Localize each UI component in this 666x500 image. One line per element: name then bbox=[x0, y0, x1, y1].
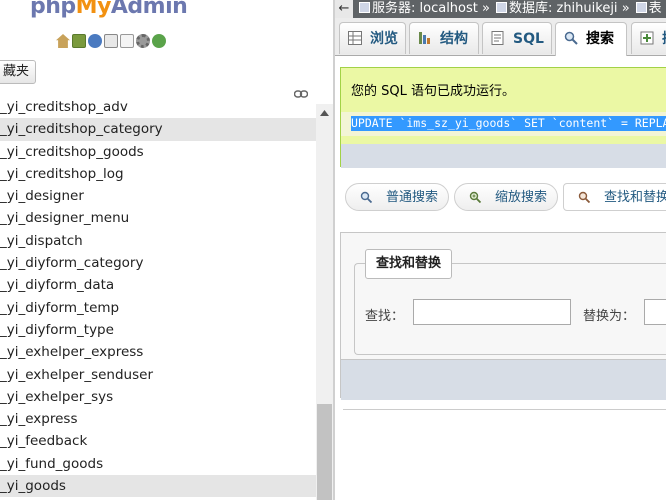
main-content: ← 服务器: localhost » 数据库: zhihuikeji » 表 浏览 结… bbox=[335, 0, 666, 500]
table-item[interactable]: _yi_diyform_data bbox=[0, 274, 316, 296]
table-item[interactable]: _yi_dispatch bbox=[0, 230, 316, 252]
table-icon bbox=[635, 2, 647, 13]
sql-icon bbox=[491, 31, 504, 45]
exit-icon[interactable] bbox=[72, 34, 86, 48]
find-replace-icon bbox=[578, 191, 590, 203]
breadcrumb-separator: » bbox=[621, 1, 630, 16]
table-list: _yi_creditshop_adv _yi_creditshop_catego… bbox=[0, 96, 316, 498]
table-item[interactable]: _yi_exhelper_senduser bbox=[0, 364, 316, 386]
settings-icon[interactable] bbox=[136, 34, 150, 48]
table-item[interactable]: _yi_creditshop_log bbox=[0, 163, 316, 185]
breadcrumb-table[interactable]: 表 bbox=[649, 1, 662, 16]
structure-icon bbox=[419, 32, 430, 44]
tab-label: SQL bbox=[513, 31, 544, 47]
tab-structure[interactable]: 结构 bbox=[409, 22, 479, 54]
home-icon[interactable] bbox=[56, 34, 70, 48]
replace-label: 替换为： bbox=[583, 309, 636, 324]
logo-my: My bbox=[75, 0, 112, 19]
tab-browse[interactable]: 浏览 bbox=[339, 22, 406, 54]
back-arrow-icon[interactable]: ← bbox=[335, 0, 353, 18]
table-item[interactable]: _yi_diyform_type bbox=[0, 319, 316, 341]
breadcrumb-server[interactable]: 服务器: localhost bbox=[372, 1, 478, 16]
database-icon bbox=[495, 2, 507, 13]
replace-input[interactable] bbox=[644, 299, 666, 325]
browse-icon bbox=[348, 31, 362, 45]
search-icon bbox=[360, 191, 372, 203]
nav-icon-bar bbox=[56, 34, 166, 48]
button-label: 普通搜索 bbox=[386, 190, 439, 205]
find-replace-legend: 查找和替换 bbox=[365, 249, 453, 279]
tab-insert[interactable]: 插 bbox=[631, 22, 666, 54]
find-input[interactable] bbox=[413, 299, 571, 325]
table-item[interactable]: _yi_goods bbox=[0, 475, 316, 498]
tab-label: 插 bbox=[662, 31, 666, 47]
normal-search-button[interactable]: 普通搜索 bbox=[345, 183, 449, 211]
zoom-search-icon bbox=[469, 191, 481, 203]
find-replace-button[interactable]: 查找和替换 bbox=[563, 183, 666, 211]
phpmyadmin-logo[interactable]: phpMyAdmin bbox=[30, 0, 188, 19]
table-item[interactable]: _yi_designer bbox=[0, 185, 316, 207]
server-icon bbox=[359, 2, 370, 13]
button-label: 查找和替换 bbox=[604, 190, 666, 205]
favorites-button[interactable]: 藏夹 bbox=[0, 60, 37, 84]
zoom-search-button[interactable]: 缩放搜索 bbox=[454, 183, 558, 211]
reload-icon[interactable] bbox=[152, 34, 166, 48]
breadcrumb: ← 服务器: localhost » 数据库: zhihuikeji » 表 bbox=[335, 0, 666, 19]
find-replace-panel: 查找和替换 查找： 替换为： bbox=[340, 232, 666, 400]
docs-icon[interactable] bbox=[104, 34, 118, 48]
insert-icon bbox=[640, 31, 654, 45]
table-item[interactable]: _yi_exhelper_express bbox=[0, 341, 316, 363]
tab-label: 浏览 bbox=[370, 31, 398, 47]
table-item[interactable]: _yi_diyform_category bbox=[0, 252, 316, 274]
sql-query-text[interactable]: UPDATE `ims_sz_yi_goods` SET `content` =… bbox=[351, 116, 666, 131]
find-replace-footer bbox=[341, 359, 666, 400]
table-item[interactable]: _yi_feedback bbox=[0, 430, 316, 452]
breadcrumb-separator: » bbox=[482, 1, 490, 16]
table-item[interactable]: _yi_creditshop_goods bbox=[0, 141, 316, 163]
find-label: 查找： bbox=[365, 309, 405, 324]
table-item[interactable]: _yi_express bbox=[0, 408, 316, 430]
logo-php: php bbox=[30, 0, 76, 19]
table-item[interactable]: _yi_exhelper_sys bbox=[0, 386, 316, 408]
table-item[interactable]: _yi_designer_menu bbox=[0, 207, 316, 229]
tab-search[interactable]: 搜索 bbox=[555, 22, 627, 56]
tab-bar: 浏览 结构 SQL 搜索 插 bbox=[335, 18, 666, 56]
tab-sql[interactable]: SQL bbox=[482, 22, 552, 54]
help-icon[interactable] bbox=[88, 34, 102, 48]
breadcrumb-database[interactable]: 数据库: zhihuikeji bbox=[509, 1, 618, 16]
nav-scrollbar[interactable] bbox=[316, 104, 333, 500]
button-label: 缩放搜索 bbox=[495, 190, 548, 205]
navigation-panel: phpMyAdmin 藏夹 _yi_creditshop_adv _yi_cre… bbox=[0, 0, 333, 500]
table-item[interactable]: _yi_fund_goods bbox=[0, 453, 316, 475]
success-message: 您的 SQL 语句已成功运行。 bbox=[351, 84, 515, 99]
scroll-up-icon[interactable] bbox=[316, 104, 333, 121]
tab-label: 结构 bbox=[440, 31, 468, 47]
search-icon bbox=[564, 31, 578, 45]
sql-query-box: UPDATE `ims_sz_yi_goods` SET `content` =… bbox=[341, 112, 666, 136]
scrollbar-thumb[interactable] bbox=[317, 404, 332, 500]
divider-line bbox=[343, 409, 666, 410]
success-message-box: 您的 SQL 语句已成功运行。 UPDATE `ims_sz_yi_goods`… bbox=[340, 67, 666, 168]
sql-query-footer bbox=[341, 144, 666, 168]
copy-icon[interactable] bbox=[120, 34, 134, 48]
table-item[interactable]: _yi_diyform_temp bbox=[0, 297, 316, 319]
table-item[interactable]: _yi_creditshop_category bbox=[0, 118, 316, 141]
tab-label: 搜索 bbox=[586, 31, 614, 47]
table-item[interactable]: _yi_creditshop_adv bbox=[0, 96, 316, 118]
logo-admin: Admin bbox=[110, 0, 188, 19]
